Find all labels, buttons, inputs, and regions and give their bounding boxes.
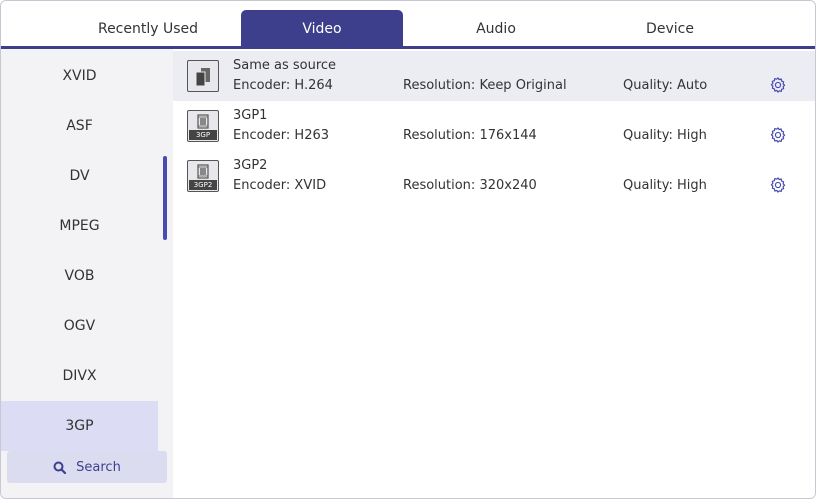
film-3gp-icon: 3GP [187,110,219,142]
gear-icon[interactable] [769,126,787,144]
sidebar-item-asf[interactable]: ASF [1,101,158,151]
format-picker-window: Recently Used Video Audio Device XVID AS… [0,0,816,499]
search-button[interactable]: Search [7,451,167,483]
gear-icon[interactable] [769,76,787,94]
search-icon [53,461,67,474]
preset-resolution: Resolution: 320x240 [403,178,537,193]
preset-name: 3GP2 [233,158,268,173]
preset-name: 3GP1 [233,108,268,123]
preset-name: Same as source [233,58,337,73]
copy-source-icon [187,60,219,92]
format-badge: 3GP2 [189,180,217,190]
preset-quality: Quality: High [623,178,707,193]
preset-encoder: Encoder: XVID [233,178,327,193]
category-tab-bar: Recently Used Video Audio Device [1,1,815,49]
preset-resolution: Resolution: Keep Original [403,78,567,93]
preset-encoder: Encoder: H263 [233,128,330,143]
gear-icon[interactable] [769,176,787,194]
format-badge: 3GP [189,130,217,140]
sidebar-item-vob[interactable]: VOB [1,251,158,301]
tab-recently-used[interactable]: Recently Used [55,10,241,48]
film-3gp2-icon: 3GP2 [187,160,219,192]
sidebar-item-ogv[interactable]: OGV [1,301,158,351]
preset-row-3gp2[interactable]: 3GP2 3GP2 Encoder: XVID Resolution: 320x… [173,151,815,201]
search-button-label: Search [76,459,121,475]
format-sidebar: XVID ASF DV MPEG VOB OGV DIVX 3GP Search [1,49,173,498]
sidebar-scrollbar-thumb[interactable] [163,156,167,240]
preset-quality: Quality: High [623,128,707,143]
preset-list: Same as source Encoder: H.264 Resolution… [173,49,815,498]
preset-row-3gp1[interactable]: 3GP 3GP1 Encoder: H263 Resolution: 176x1… [173,101,815,151]
tab-video[interactable]: Video [241,10,403,48]
preset-resolution: Resolution: 176x144 [403,128,537,143]
tab-device[interactable]: Device [585,10,755,48]
sidebar-item-mpeg[interactable]: MPEG [1,201,158,251]
sidebar-item-divx[interactable]: DIVX [1,351,158,401]
preset-encoder: Encoder: H.264 [233,78,333,93]
tab-audio[interactable]: Audio [411,10,581,48]
sidebar-item-xvid[interactable]: XVID [1,51,158,101]
preset-quality: Quality: Auto [623,78,708,93]
sidebar-item-dv[interactable]: DV [1,151,158,201]
preset-row-same-as-source[interactable]: Same as source Encoder: H.264 Resolution… [173,51,815,101]
sidebar-item-3gp[interactable]: 3GP [1,401,158,451]
